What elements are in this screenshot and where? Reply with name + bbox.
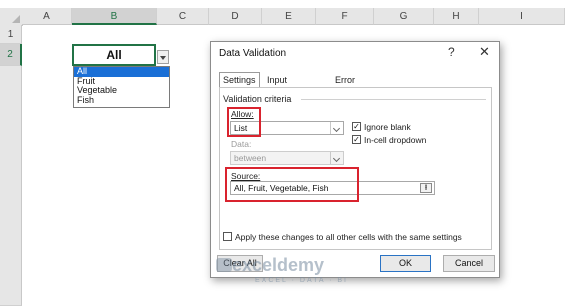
- dropdown-list: All Fruit Vegetable Fish: [73, 66, 170, 108]
- incell-dropdown-label: In-cell dropdown: [364, 135, 427, 145]
- source-highlight-box: [225, 167, 359, 202]
- chevron-down-icon: [330, 152, 343, 164]
- help-icon[interactable]: ?: [448, 45, 455, 59]
- corner-triangle-icon: [12, 15, 20, 23]
- watermark-text: exceldemy: [232, 255, 325, 275]
- column-header-e[interactable]: E: [262, 8, 316, 25]
- dialog-title: Data Validation: [219, 48, 287, 59]
- allow-highlight-box: [227, 107, 261, 137]
- data-value: between: [234, 153, 267, 163]
- tab-settings[interactable]: Settings: [219, 72, 260, 87]
- data-select: between: [230, 151, 344, 165]
- column-header-d[interactable]: D: [209, 8, 262, 25]
- incell-dropdown-checkbox[interactable]: ✓: [352, 135, 361, 144]
- validation-criteria-label: Validation criteria: [223, 94, 292, 104]
- select-all-corner[interactable]: [0, 8, 23, 26]
- row-header-1[interactable]: 1: [0, 25, 22, 44]
- column-header-i[interactable]: I: [479, 8, 565, 25]
- data-validation-dialog: Data Validation ? ✕ Settings Input Messa…: [210, 41, 500, 278]
- column-header-h[interactable]: H: [434, 8, 479, 25]
- column-header-b[interactable]: B: [72, 8, 157, 25]
- watermark-subtext: EXCEL · DATA · BI: [255, 277, 348, 284]
- active-cell-b2[interactable]: All: [72, 44, 156, 66]
- row-header-2[interactable]: 2: [0, 44, 22, 66]
- dropdown-item-fish[interactable]: Fish: [74, 95, 169, 106]
- chevron-down-icon: [330, 122, 343, 134]
- data-label: Data:: [231, 139, 252, 149]
- top-strip: [0, 0, 565, 8]
- watermark-logo: [216, 258, 232, 272]
- row-header-rest: [0, 66, 22, 306]
- tab-error-alert[interactable]: Error Alert: [332, 73, 358, 99]
- ok-button[interactable]: OK: [380, 255, 431, 272]
- ignore-blank-label: Ignore blank: [364, 122, 411, 132]
- column-header-a[interactable]: A: [22, 8, 72, 25]
- apply-all-label: Apply these changes to all other cells w…: [235, 232, 462, 242]
- section-divider: [301, 99, 486, 100]
- ignore-blank-checkbox[interactable]: ✓: [352, 122, 361, 131]
- tab-input-message[interactable]: Input Message: [264, 73, 307, 99]
- close-icon[interactable]: ✕: [479, 44, 490, 60]
- column-header-c[interactable]: C: [157, 8, 209, 25]
- apply-all-checkbox[interactable]: [223, 232, 232, 241]
- range-select-icon[interactable]: ⭱: [420, 183, 432, 193]
- dropdown-arrow-icon[interactable]: [157, 50, 169, 64]
- column-header-f[interactable]: F: [316, 8, 374, 25]
- cancel-button[interactable]: Cancel: [443, 255, 495, 272]
- column-header-g[interactable]: G: [374, 8, 434, 25]
